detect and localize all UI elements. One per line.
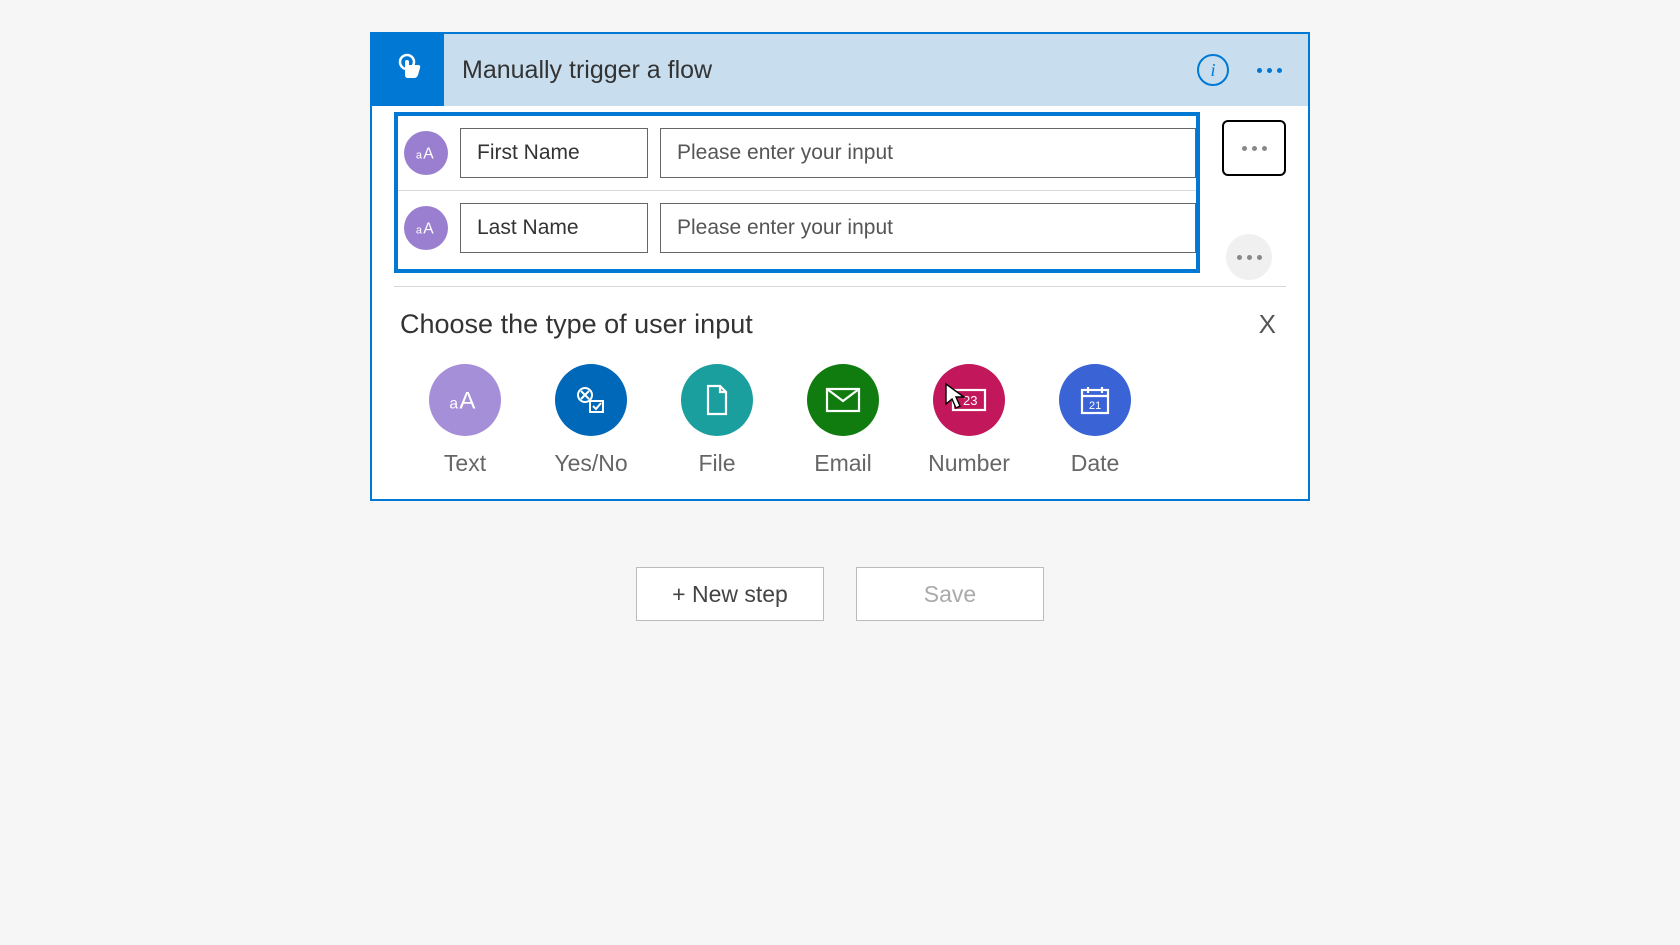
trigger-header-actions: i bbox=[1197, 54, 1308, 86]
date-icon: 21 bbox=[1059, 364, 1131, 436]
trigger-title: Manually trigger a flow bbox=[444, 56, 1197, 85]
input-row-last-name: a A bbox=[398, 191, 1196, 265]
type-option-yesno[interactable]: Yes/No bbox=[554, 364, 628, 477]
svg-text:A: A bbox=[459, 388, 476, 415]
input-value-field[interactable] bbox=[660, 203, 1196, 253]
trigger-header[interactable]: Manually trigger a flow i bbox=[372, 34, 1308, 106]
info-icon[interactable]: i bbox=[1197, 54, 1229, 86]
svg-text:a: a bbox=[416, 225, 423, 237]
new-step-button[interactable]: + New step bbox=[636, 567, 824, 621]
close-type-picker-button[interactable]: X bbox=[1249, 305, 1286, 344]
more-icon bbox=[1233, 251, 1266, 264]
input-row-first-name: a A bbox=[398, 116, 1196, 190]
text-aa-icon: a A bbox=[415, 142, 437, 164]
yesno-icon bbox=[555, 364, 627, 436]
trigger-card: Manually trigger a flow i a A bbox=[370, 32, 1310, 501]
trigger-menu-button[interactable] bbox=[1253, 64, 1286, 77]
type-option-number[interactable]: 23 Number bbox=[932, 364, 1006, 477]
number-icon: 23 bbox=[933, 364, 1005, 436]
type-option-date[interactable]: 21 Date bbox=[1058, 364, 1132, 477]
svg-text:a: a bbox=[416, 150, 423, 162]
text-aa-icon: a A bbox=[415, 217, 437, 239]
input-value-field[interactable] bbox=[660, 128, 1196, 178]
input-type-picker: Choose the type of user input X aA Text bbox=[372, 287, 1308, 499]
type-option-text[interactable]: aA Text bbox=[428, 364, 502, 477]
flow-designer-canvas: Manually trigger a flow i a A bbox=[0, 0, 1680, 621]
svg-text:a: a bbox=[449, 396, 458, 413]
file-icon bbox=[681, 364, 753, 436]
svg-text:23: 23 bbox=[963, 393, 977, 408]
type-option-label: File bbox=[698, 450, 735, 477]
type-option-file[interactable]: File bbox=[680, 364, 754, 477]
type-option-label: Text bbox=[444, 450, 486, 477]
svg-text:21: 21 bbox=[1089, 400, 1101, 412]
text-type-badge: a A bbox=[404, 206, 448, 250]
text-icon: aA bbox=[429, 364, 501, 436]
svg-text:A: A bbox=[423, 146, 434, 163]
type-option-email[interactable]: Email bbox=[806, 364, 880, 477]
input-row-menu-button[interactable] bbox=[1226, 234, 1272, 280]
type-options-row: aA Text Yes/No bbox=[400, 364, 1286, 477]
input-row-menu-button[interactable] bbox=[1222, 120, 1286, 176]
type-picker-title: Choose the type of user input bbox=[400, 309, 753, 340]
touch-icon bbox=[388, 50, 428, 90]
type-option-label: Date bbox=[1071, 450, 1120, 477]
more-icon bbox=[1238, 142, 1271, 155]
inputs-highlight-box: a A a A bbox=[394, 112, 1200, 273]
email-icon bbox=[807, 364, 879, 436]
save-button[interactable]: Save bbox=[856, 567, 1044, 621]
input-name-field[interactable] bbox=[460, 128, 648, 178]
input-name-field[interactable] bbox=[460, 203, 648, 253]
footer-buttons: + New step Save bbox=[0, 567, 1680, 621]
text-type-badge: a A bbox=[404, 131, 448, 175]
svg-text:A: A bbox=[423, 221, 434, 238]
input-actions-col bbox=[1216, 106, 1308, 280]
type-option-label: Email bbox=[814, 450, 872, 477]
type-option-label: Number bbox=[928, 450, 1010, 477]
trigger-icon bbox=[372, 34, 444, 106]
type-option-label: Yes/No bbox=[554, 450, 627, 477]
